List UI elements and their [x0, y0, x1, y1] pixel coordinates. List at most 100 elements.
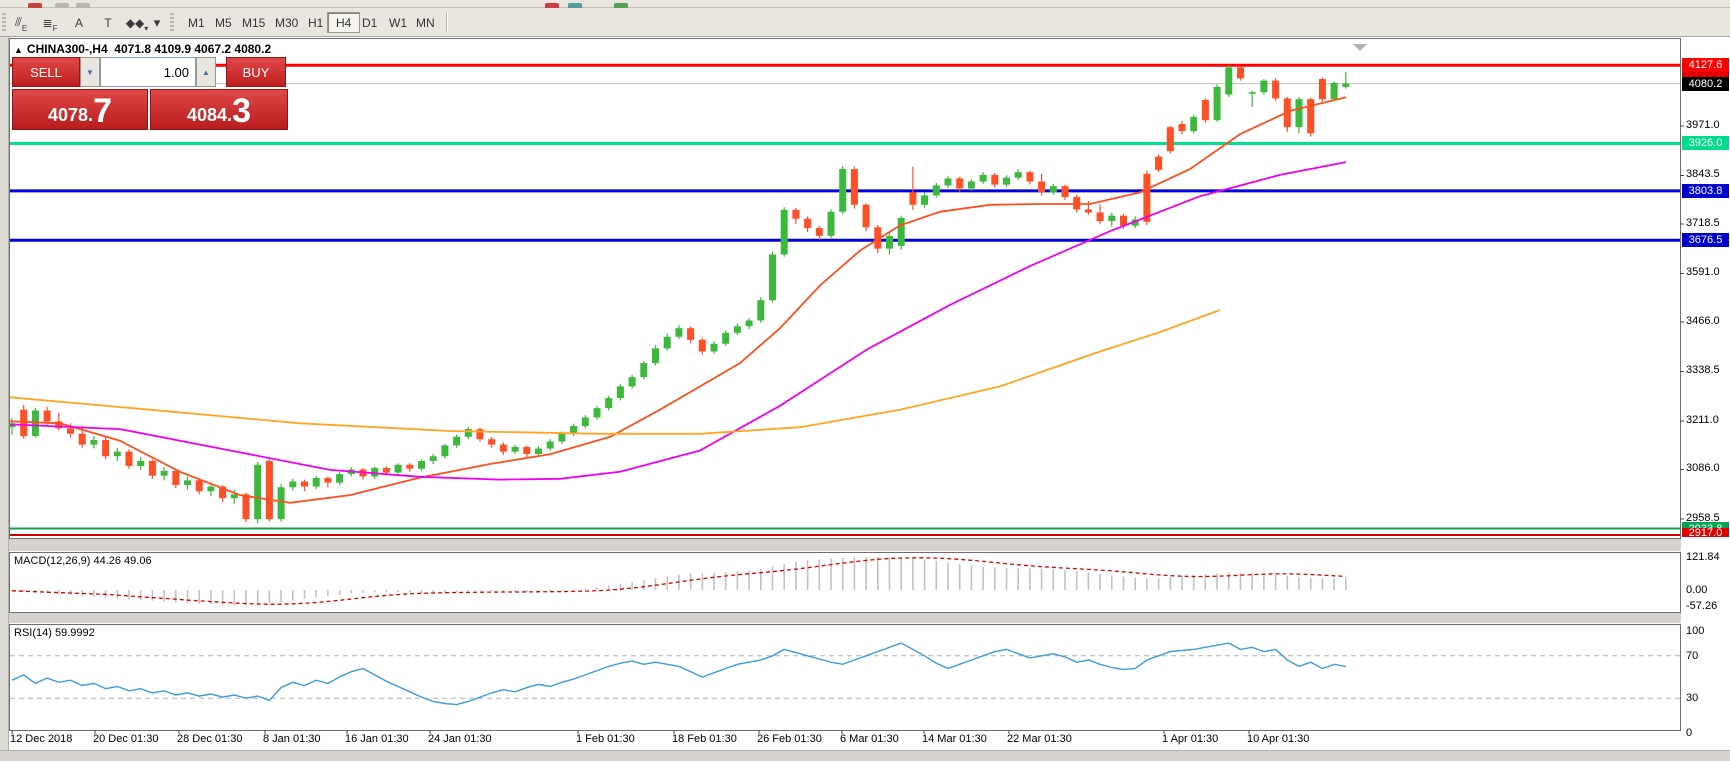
candlestick: [313, 478, 320, 487]
volume-input[interactable]: [100, 57, 196, 87]
text-label-icon[interactable]: T: [95, 11, 121, 34]
date-axis-label: 18 Feb 01:30: [672, 733, 737, 745]
candlestick: [289, 481, 296, 487]
candlestick: [792, 210, 799, 219]
rsi-scale-label: 0: [1686, 727, 1692, 739]
candlestick: [453, 437, 460, 446]
candlestick: [898, 218, 905, 246]
candlestick: [243, 494, 250, 519]
candlestick: [640, 363, 647, 377]
date-axis-label: 8 Jan 01:30: [263, 733, 321, 745]
candlestick: [839, 169, 846, 212]
toolbar-separator: [446, 12, 448, 33]
candlestick: [184, 480, 191, 485]
rsi-pane[interactable]: [10, 625, 1681, 731]
fibonacci-icon[interactable]: ≣F: [37, 11, 63, 34]
candlestick: [1331, 83, 1338, 99]
candlestick: [582, 417, 589, 426]
candlestick: [465, 429, 472, 437]
candlestick: [1272, 81, 1279, 99]
candlestick: [512, 447, 519, 452]
candlestick: [172, 471, 179, 485]
candlestick: [757, 300, 764, 320]
candlestick: [652, 348, 659, 363]
toolbar-grip[interactable]: [170, 13, 174, 32]
arrows-dropdown-icon[interactable]: ▾: [150, 11, 164, 34]
price-scale-label: 3211.0: [1686, 414, 1719, 426]
date-axis-label: 28 Dec 01:30: [177, 733, 242, 745]
date-axis-label: 1 Feb 01:30: [576, 733, 635, 745]
candlestick: [980, 175, 987, 182]
candlestick: [617, 386, 624, 398]
candlestick: [1179, 124, 1186, 131]
window-edge-strip: [0, 37, 9, 761]
chart-toolbar: ⫻E≣FAT◆◆▾ ▾ M1M5M15M30H1H4D1W1MN: [0, 8, 1730, 37]
toolbar-grip[interactable]: [2, 13, 6, 32]
candlestick: [207, 487, 214, 492]
candlestick: [722, 333, 729, 344]
price-scale-label: 3086.0: [1686, 462, 1720, 474]
candlestick: [1319, 79, 1326, 99]
candlestick: [734, 326, 741, 333]
macd-header: MACD(12,26,9) 44.26 49.06: [14, 555, 152, 567]
text-icon[interactable]: A: [66, 11, 92, 34]
candlestick: [523, 447, 530, 454]
candlestick: [991, 175, 998, 185]
candlestick: [558, 434, 565, 442]
pane-splitter[interactable]: [9, 613, 1681, 623]
date-axis-label: 14 Mar 01:30: [922, 733, 987, 745]
candlestick: [1342, 84, 1349, 87]
candlestick: [149, 461, 156, 476]
candlestick: [1225, 67, 1232, 94]
equidistant-channel-icon[interactable]: ⫻E: [8, 11, 34, 34]
volume-decrease-button[interactable]: ▼: [80, 57, 100, 87]
rsi-scale-label: 70: [1686, 650, 1698, 662]
candlestick: [945, 178, 952, 185]
sell-price-display[interactable]: 4078.7: [12, 89, 148, 130]
candlestick: [1202, 100, 1209, 120]
candlestick: [1237, 67, 1244, 78]
candlestick: [1050, 186, 1057, 192]
candlestick: [886, 236, 893, 249]
candlestick: [126, 452, 133, 466]
date-axis-label: 6 Mar 01:30: [840, 733, 899, 745]
candlestick: [79, 434, 86, 445]
candlestick: [968, 181, 975, 188]
candlestick: [1062, 186, 1069, 197]
status-strip: [0, 750, 1730, 761]
candlestick: [371, 468, 378, 477]
buy-button[interactable]: BUY: [226, 57, 286, 87]
candlestick: [828, 212, 835, 236]
candlestick: [956, 178, 963, 188]
trading-platform-window: { "toolbar": { "tools": [ {"name": "equi…: [0, 0, 1730, 761]
rsi-scale-label: 30: [1686, 692, 1698, 704]
candlestick: [430, 456, 437, 461]
date-axis-label: 24 Jan 01:30: [428, 733, 492, 745]
candlestick: [781, 210, 788, 255]
arrows-icon[interactable]: ◆◆▾: [124, 11, 150, 34]
candlestick: [909, 192, 916, 204]
candlestick: [90, 440, 97, 445]
buy-price-pip: 3: [232, 97, 251, 126]
pane-splitter[interactable]: [9, 539, 1681, 551]
one-click-trading-panel: SELL ▼ ▲ BUY 4078.7 4084.3: [12, 57, 288, 130]
price-level-label: 3926.0: [1682, 136, 1729, 150]
date-axis-label: 12 Dec 2018: [10, 733, 72, 745]
price-level-label: 4127.6: [1682, 58, 1729, 72]
price-scale-label: 3591.0: [1686, 266, 1720, 278]
date-axis-label: 20 Dec 01:30: [93, 733, 158, 745]
candlestick: [500, 445, 507, 452]
price-scale-label: 3718.5: [1686, 217, 1720, 229]
candlestick: [863, 205, 870, 228]
candlestick: [20, 410, 27, 436]
candlestick: [605, 398, 612, 408]
buy-price-display[interactable]: 4084.3: [150, 89, 288, 130]
sell-button[interactable]: SELL: [12, 57, 80, 87]
candlestick: [301, 481, 308, 486]
collapse-chart-icon[interactable]: ▲: [14, 45, 23, 55]
rsi-header: RSI(14) 59.9992: [14, 627, 95, 639]
macd-scale-label: 0.00: [1686, 584, 1707, 596]
candlestick: [418, 461, 425, 469]
tab-timeframe-mn[interactable]: MN: [408, 12, 443, 33]
volume-increase-button[interactable]: ▲: [196, 57, 216, 87]
